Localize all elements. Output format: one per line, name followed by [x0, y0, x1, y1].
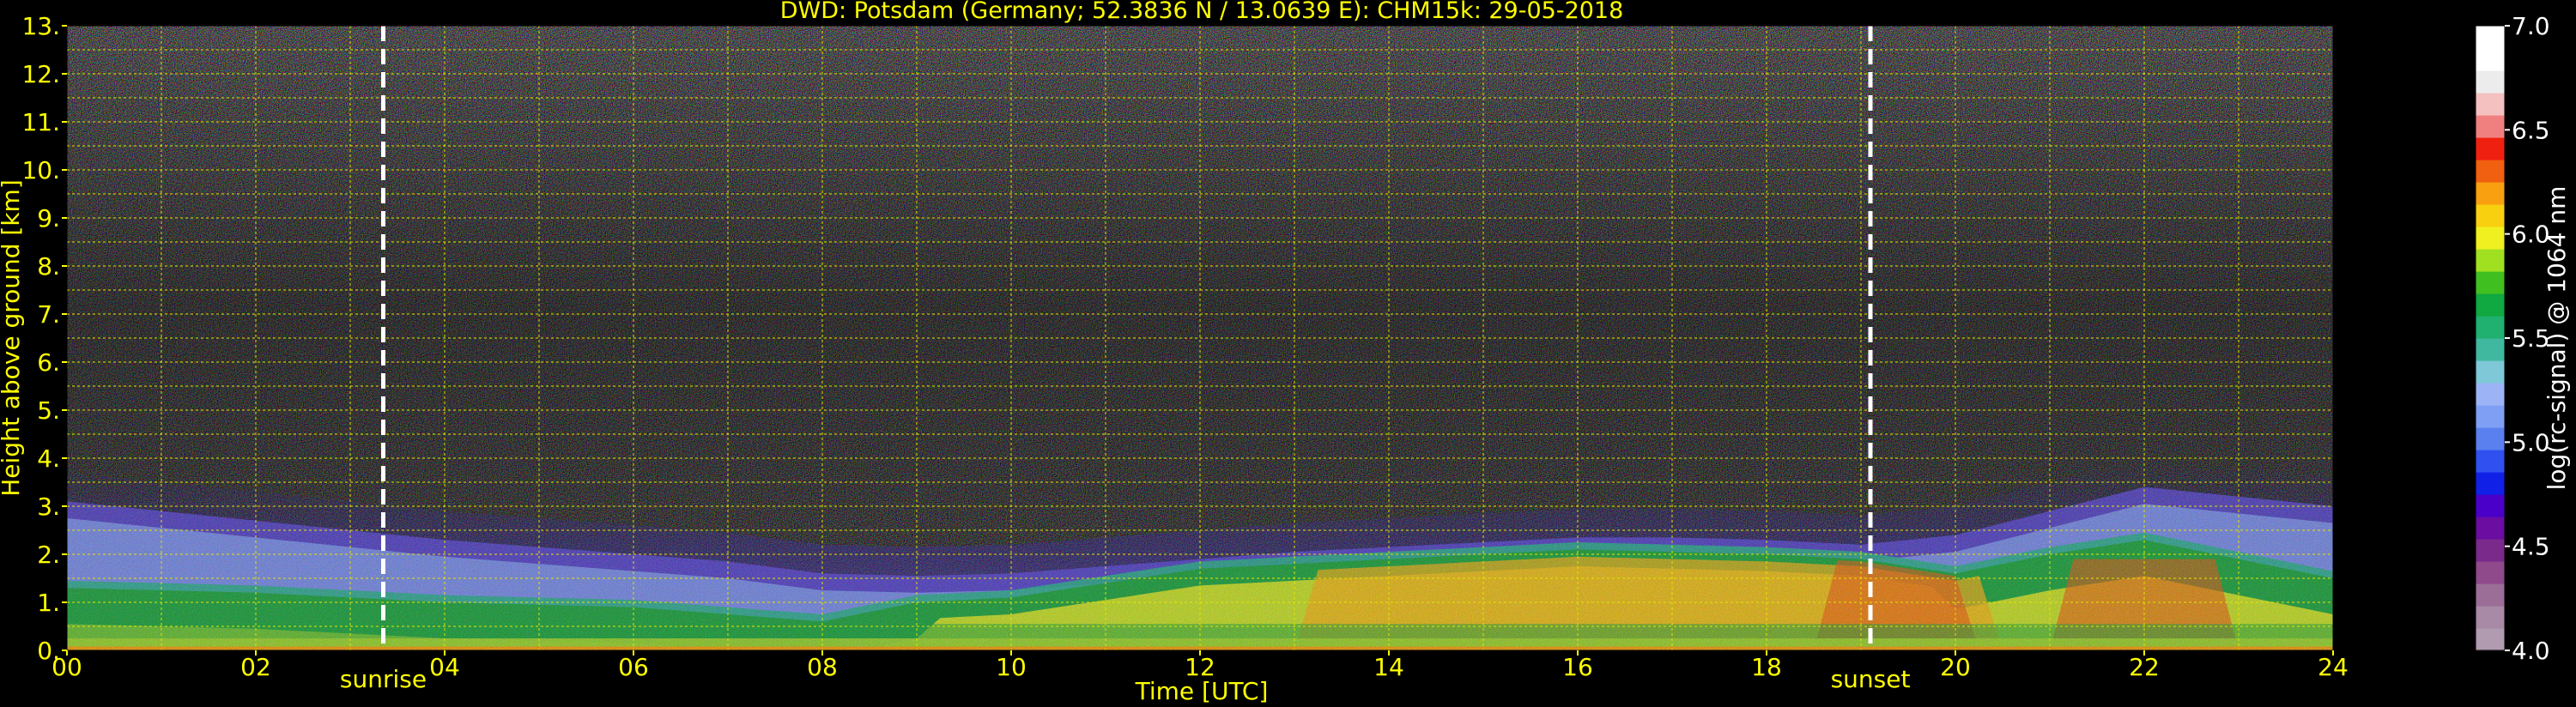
colorbar-tick-label: 6.5	[2512, 116, 2550, 144]
colorbar: 4.04.55.05.56.06.57.0 log(rc-signal) @ 1…	[2475, 12, 2571, 665]
y-tick-label: 2.	[37, 541, 60, 569]
colorbar-swatch	[2476, 271, 2505, 294]
colorbar-swatch	[2476, 137, 2505, 160]
x-tick-label: 20	[1940, 653, 1971, 681]
x-tick-label: 18	[1751, 653, 1782, 681]
x-axis-label: Time [UTC]	[1135, 677, 1269, 705]
y-tick-label: 8.	[37, 252, 60, 281]
chart-title: DWD: Potsdam (Germany; 52.3836 N / 13.06…	[780, 0, 1624, 24]
colorbar-tick-label: 4.5	[2512, 533, 2550, 561]
colorbar-tick-label: 7.0	[2512, 12, 2550, 40]
x-tick-label: 06	[618, 653, 649, 681]
colorbar-label: log(rc-signal) @ 1064 nm	[2543, 186, 2571, 491]
y-tick-label: 12.	[21, 60, 60, 88]
x-tick-label: 16	[1562, 653, 1593, 681]
y-axis-label: Height above ground [km]	[0, 179, 25, 497]
colorbar-swatch	[2476, 115, 2505, 138]
y-tick-label: 4.	[37, 444, 60, 473]
y-tick-label: 0.	[37, 637, 60, 665]
x-tick-label: 10	[996, 653, 1027, 681]
colorbar-swatch	[2476, 539, 2505, 562]
colorbar-swatch	[2476, 494, 2505, 517]
x-tick-label: 22	[2129, 653, 2160, 681]
y-tick-label: 5.	[37, 396, 60, 425]
colorbar-swatch	[2476, 227, 2505, 250]
colorbar-swatch	[2476, 338, 2505, 361]
y-tick-label: 1.	[37, 589, 60, 617]
colorbar-swatch	[2476, 293, 2505, 317]
y-tick-label: 6.	[37, 348, 60, 377]
colorbar-swatch	[2476, 249, 2505, 272]
colorbar-swatch	[2476, 93, 2505, 116]
x-tick-label: 02	[240, 653, 271, 681]
colorbar-swatch	[2476, 160, 2505, 183]
colorbar-swatch	[2476, 182, 2505, 205]
y-tick-label: 11.	[21, 108, 60, 136]
colorbar-swatch	[2476, 450, 2505, 473]
colorbar-swatch	[2476, 583, 2505, 607]
colorbar-swatch	[2476, 405, 2505, 428]
colorbar-swatch	[2476, 472, 2505, 495]
y-tick-label: 13.	[21, 12, 60, 40]
colorbar-swatch	[2476, 70, 2505, 94]
colorbar-swatch	[2476, 26, 2505, 49]
x-tick-label: 08	[807, 653, 838, 681]
y-axis-ticks: 0. 1. 2. 3. 4. 5. 6. 7. 8. 9. 10. 11. 12. 13.	[21, 12, 67, 665]
y-tick-label: 7.	[37, 300, 60, 329]
colorbar-swatch	[2476, 517, 2505, 540]
y-tick-label: 9.	[37, 204, 60, 233]
x-tick-label: 14	[1373, 653, 1404, 681]
x-tick-label: 24	[2318, 653, 2349, 681]
colorbar-swatch	[2476, 561, 2505, 584]
y-tick-label: 3.	[37, 492, 60, 521]
colorbar-swatch	[2476, 48, 2505, 71]
colorbar-swatch	[2476, 606, 2505, 629]
x-tick-label: 04	[429, 653, 460, 681]
colorbar-swatches	[2476, 26, 2505, 651]
colorbar-swatch	[2476, 628, 2505, 651]
colorbar-swatch	[2476, 427, 2505, 450]
colorbar-swatch	[2476, 316, 2505, 339]
colorbar-swatch	[2476, 204, 2505, 227]
y-tick-label: 10.	[21, 156, 60, 184]
ceilometer-chart: sunrise sunset 00 02 04 06 08 10 12 14 16 18 20 22 24…	[0, 0, 2571, 705]
sunrise-label: sunrise	[340, 665, 427, 693]
colorbar-swatch	[2476, 360, 2505, 384]
sunset-label: sunset	[1831, 665, 1911, 693]
colorbar-swatch	[2476, 383, 2505, 406]
colorbar-tick-label: 4.0	[2512, 637, 2550, 665]
